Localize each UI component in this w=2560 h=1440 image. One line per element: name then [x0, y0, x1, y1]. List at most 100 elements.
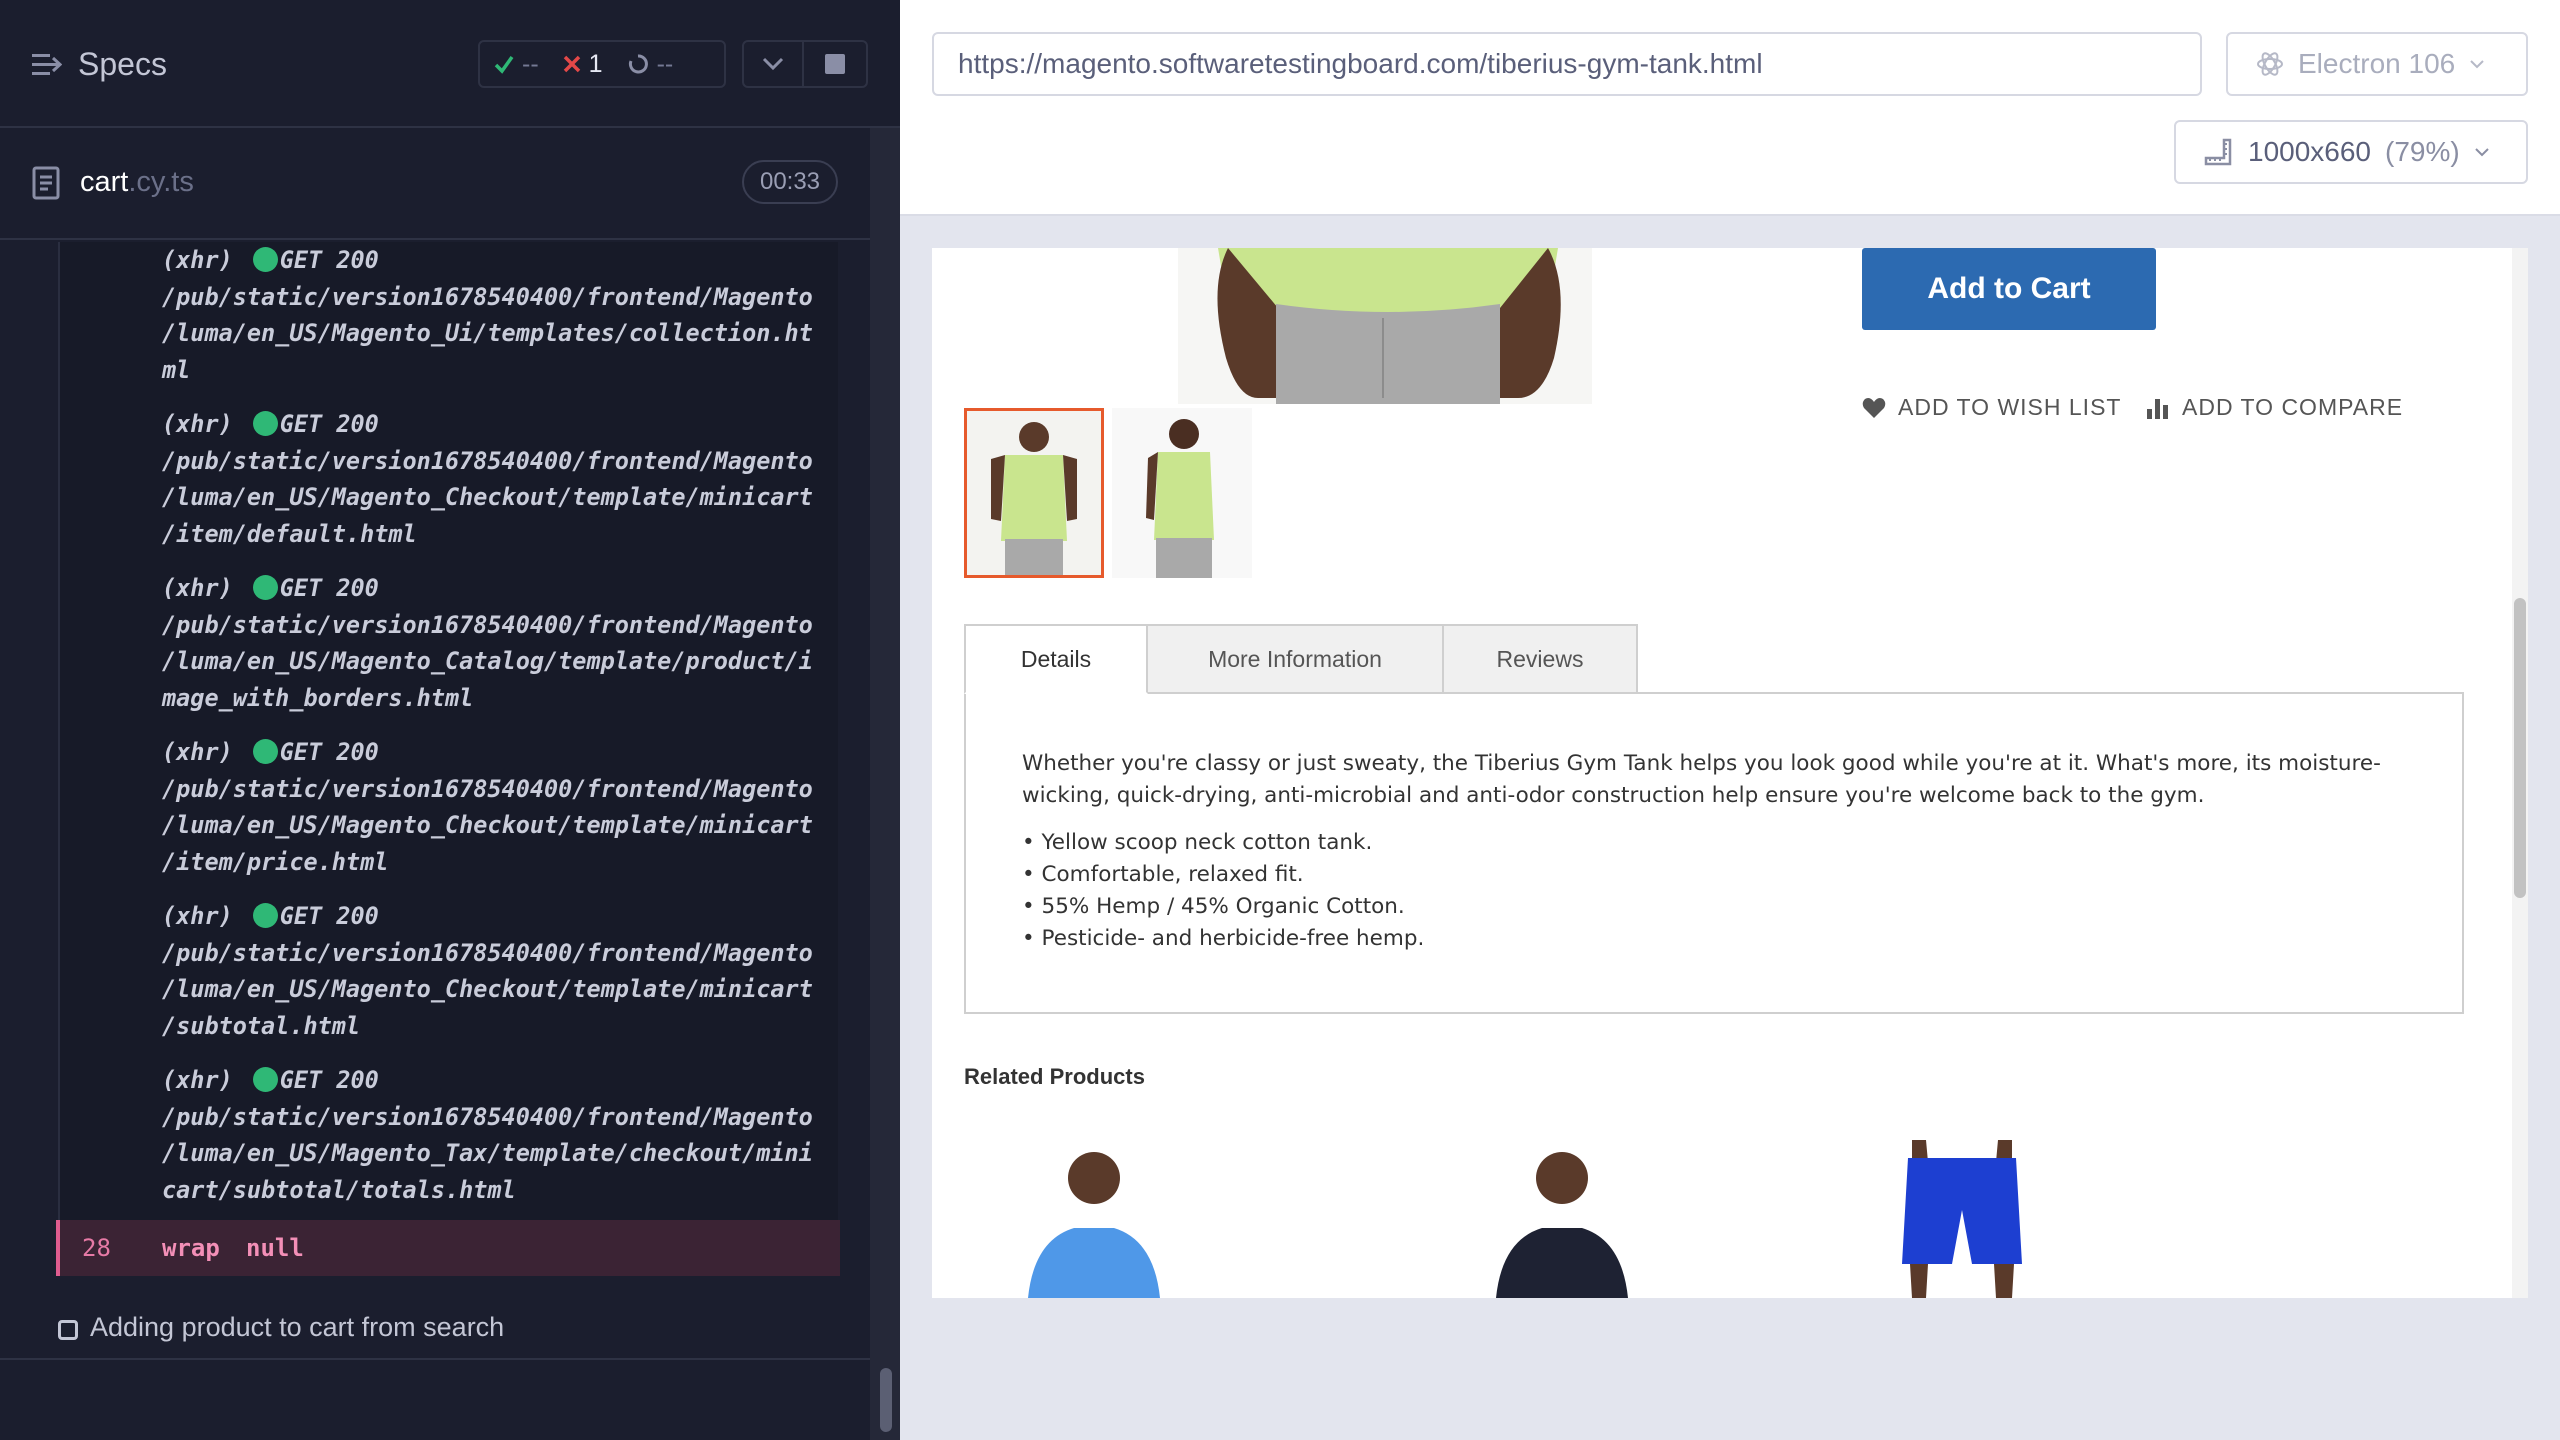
log-entry[interactable]: (xhr) GET 200 /pub/static/version16785404…: [60, 406, 840, 552]
command-log: (xhr) GET 200 /pub/static/version16785404…: [58, 242, 838, 1222]
status-dot-icon: [252, 739, 278, 764]
failed-count: 1: [588, 49, 603, 78]
log-url-line: /item/default.html: [162, 519, 417, 548]
chevron-down-icon: [762, 57, 784, 71]
log-url-line: /subtotal.html: [162, 1011, 361, 1040]
log-url-line: /luma/en_US/Magento_Checkout/template/mi…: [162, 975, 813, 1003]
app-under-test-panel: https://magento.softwaretestingboard.com…: [900, 0, 2560, 1440]
viewport-scale: (79%): [2385, 136, 2460, 167]
cypress-reporter: Specs -- 1 -- cart.cy.ts 00:33 (xhr) GET …: [0, 0, 900, 1440]
tab-more-information[interactable]: More Information: [1146, 624, 1444, 694]
app-iframe: Add to Cart ADD TO WISH LIST ADD TO COMP…: [932, 248, 2528, 1298]
log-url-line: /item/price.html: [162, 847, 389, 876]
test-stats: -- 1 --: [478, 40, 726, 88]
electron-icon: [2257, 52, 2283, 76]
browser-selector[interactable]: Electron 106: [2226, 32, 2528, 96]
status-dot-icon: [252, 411, 278, 436]
log-url-line: /luma/en_US/Magento_Catalog/template/pro…: [162, 647, 813, 675]
log-url-line: /luma/en_US/Magento_Checkout/template/mi…: [162, 483, 813, 511]
add-to-compare-link[interactable]: ADD TO COMPARE: [2146, 394, 2403, 421]
reporter-scrollbar-thumb[interactable]: [880, 1368, 892, 1432]
log-tag: (xhr): [162, 1066, 233, 1094]
log-url-line: /pub/static/version1678540400/frontend/M…: [162, 774, 813, 803]
stop-button[interactable]: [802, 40, 868, 88]
failed-command-row[interactable]: 28 wrap null: [56, 1220, 840, 1276]
product-bullet: • 55% Hemp / 45% Organic Cotton.: [1022, 894, 1405, 919]
log-url-line: /pub/static/version1678540400/frontend/M…: [162, 610, 813, 639]
status-dot-icon: [252, 1067, 278, 1092]
document-icon: [32, 166, 60, 200]
log-status: GET 200: [279, 738, 379, 766]
status-dot-icon: [252, 903, 278, 928]
log-entry[interactable]: (xhr) GET 200 /pub/static/version16785404…: [60, 242, 840, 388]
details-panel: Whether you're classy or just sweaty, th…: [964, 692, 2464, 1014]
related-products-title: Related Products: [964, 1064, 1145, 1089]
x-icon: [563, 55, 580, 73]
aut-header: https://magento.softwaretestingboard.com…: [900, 0, 2560, 216]
blue-tee-photo: [964, 1140, 1244, 1298]
viewport-size-selector[interactable]: 1000x660 (79%): [2174, 120, 2528, 184]
add-to-wish-list-link[interactable]: ADD TO WISH LIST: [1862, 394, 2121, 421]
main-product-image: [1178, 248, 1592, 404]
thumbnail-front[interactable]: [964, 408, 1104, 578]
test-status-checkbox-icon: [58, 1320, 78, 1340]
log-url-line: /luma/en_US/Magento_Checkout/template/mi…: [162, 811, 813, 839]
log-status: GET 200: [279, 1066, 379, 1094]
log-url-line: mage_with_borders.html: [162, 683, 474, 712]
stop-icon: [825, 54, 845, 74]
thumbnail-back[interactable]: [1112, 408, 1252, 578]
expand-toggle-button[interactable]: [742, 40, 804, 88]
log-url-line: /luma/en_US/Magento_Tax/template/checkou…: [162, 1139, 813, 1167]
log-url-line: /pub/static/version1678540400/frontend/M…: [162, 446, 813, 475]
reporter-scrollbar-track[interactable]: [870, 128, 900, 1440]
specs-title[interactable]: Specs: [78, 46, 167, 83]
failed-stat: 1: [563, 50, 603, 79]
product-bullet: • Comfortable, relaxed fit.: [1022, 862, 1304, 887]
url-bar[interactable]: https://magento.softwaretestingboard.com…: [932, 32, 2202, 96]
product-bullet: • Yellow scoop neck cotton tank.: [1022, 830, 1373, 855]
log-url-line: /pub/static/version1678540400/frontend/M…: [162, 282, 813, 311]
log-entry[interactable]: (xhr) GET 200 /pub/static/version16785404…: [60, 570, 840, 716]
bar-chart-icon: [2147, 398, 2168, 419]
product-bullet: • Pesticide- and herbicide-free hemp.: [1022, 926, 1425, 951]
command-number: 28: [82, 1234, 111, 1262]
spec-file-name[interactable]: cart.cy.ts: [80, 166, 194, 199]
log-url-line: /pub/static/version1678540400/frontend/M…: [162, 1102, 813, 1131]
tab-reviews[interactable]: Reviews: [1442, 624, 1638, 694]
status-dot-icon: [252, 575, 278, 600]
log-url-line: ml: [162, 355, 191, 384]
related-product-item[interactable]: [1442, 1140, 1722, 1298]
check-icon: [494, 55, 514, 74]
log-status: GET 200: [279, 574, 379, 602]
ruler-icon: [2204, 138, 2232, 166]
log-url-line: /pub/static/version1678540400/frontend/M…: [162, 938, 813, 967]
pending-stat: --: [627, 50, 673, 79]
log-tag: (xhr): [162, 738, 233, 766]
log-tag: (xhr): [162, 902, 233, 930]
gym-tank-photo: [1178, 248, 1592, 404]
thumbnail-front-photo: [967, 411, 1101, 575]
command-value: null: [246, 1234, 304, 1262]
related-product-item[interactable]: [1872, 1140, 2152, 1298]
add-to-cart-button[interactable]: Add to Cart: [1862, 248, 2156, 330]
log-entry[interactable]: (xhr) GET 200 /pub/static/version16785404…: [60, 1062, 840, 1208]
passed-stat: --: [494, 50, 539, 79]
log-entry[interactable]: (xhr) GET 200 /pub/static/version16785404…: [60, 734, 840, 880]
viewport-size: 1000x660: [2248, 136, 2372, 167]
test-title[interactable]: Adding product to cart from search: [90, 1312, 504, 1343]
log-entry[interactable]: (xhr) GET 200 /pub/static/version16785404…: [60, 898, 840, 1044]
log-tag: (xhr): [162, 246, 233, 274]
navy-tee-photo: [1442, 1140, 1722, 1298]
chevron-down-icon: [2470, 60, 2484, 69]
log-status: GET 200: [279, 246, 379, 274]
product-description: Whether you're classy or just sweaty, th…: [1022, 751, 2381, 808]
tab-details[interactable]: Details: [964, 624, 1148, 694]
log-url-line: /luma/en_US/Magento_Ui/templates/collect…: [162, 319, 813, 347]
specs-menu-icon[interactable]: [32, 50, 62, 80]
thumbnail-back-photo: [1112, 408, 1252, 578]
frame-scrollbar-thumb[interactable]: [2514, 598, 2526, 898]
pending-spinner-icon: [628, 54, 648, 74]
heart-icon: [1862, 397, 1886, 418]
status-dot-icon: [252, 247, 278, 272]
related-product-item[interactable]: [964, 1140, 1244, 1298]
